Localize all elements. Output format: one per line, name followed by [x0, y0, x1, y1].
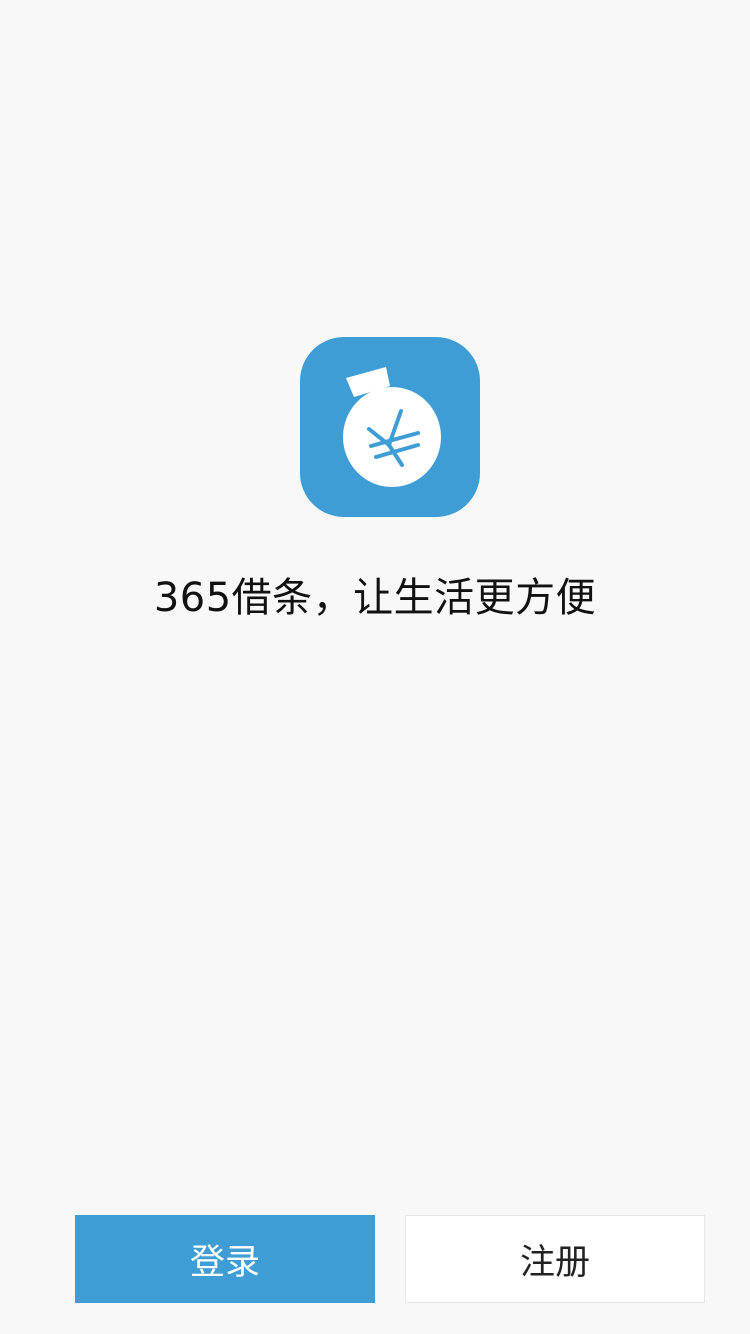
app-tagline: 365借条，让生活更方便 — [153, 575, 597, 621]
login-button[interactable]: 登录 — [75, 1215, 375, 1303]
money-bag-yuan-icon — [300, 337, 480, 517]
register-button[interactable]: 注册 — [405, 1215, 705, 1303]
